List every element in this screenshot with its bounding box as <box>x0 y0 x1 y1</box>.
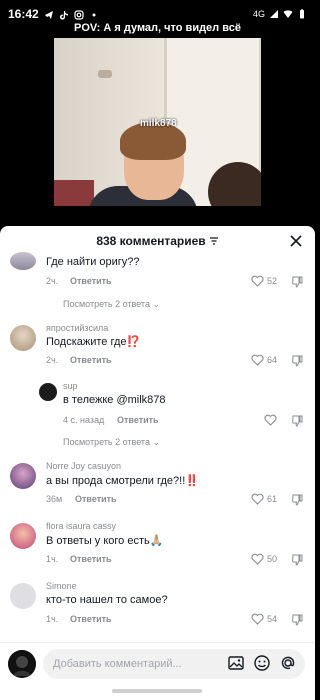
heart-icon <box>251 354 264 366</box>
dislike-icon[interactable] <box>291 354 305 368</box>
like-count: 54 <box>266 614 277 624</box>
signal-icon <box>269 9 279 19</box>
comment-text: в тележке @milk878 <box>63 394 166 406</box>
like-count: 64 <box>266 355 277 365</box>
like-count: 52 <box>266 276 277 286</box>
wifi-icon <box>283 9 293 19</box>
comment-username[interactable]: Simone <box>46 581 77 591</box>
video-player[interactable]: milk878 <box>54 38 261 206</box>
like-count: 61 <box>266 494 277 504</box>
avatar[interactable] <box>10 583 36 609</box>
telegram-icon <box>44 9 54 19</box>
like-button[interactable]: 61 <box>251 493 277 505</box>
like-button[interactable]: 50 <box>251 553 277 565</box>
comments-count: 838 комментариев <box>96 234 206 248</box>
comment-input-placeholder: Добавить комментарий... <box>53 658 182 670</box>
heart-icon <box>264 414 277 426</box>
dislike-icon[interactable] <box>291 493 305 507</box>
like-count: 50 <box>266 554 277 564</box>
status-time: 16:42 <box>8 7 39 21</box>
comment-username[interactable]: Norre Joy casuyon <box>46 461 121 471</box>
view-replies-button[interactable]: Посмотреть 2 ответа ⌄ <box>63 299 160 310</box>
comment-text: кто-то нашел то самое? <box>46 594 168 606</box>
tiktok-icon <box>59 9 69 20</box>
dislike-icon[interactable] <box>291 275 305 289</box>
comment-time: 4 с. назад <box>63 415 105 425</box>
comment-time: 1ч. <box>46 554 59 564</box>
heart-icon <box>251 553 264 565</box>
comments-header: 838 комментариев <box>0 226 315 256</box>
filter-icon[interactable] <box>209 234 219 248</box>
comment-username[interactable]: flora isaura cassy <box>46 521 116 531</box>
reply-button[interactable]: Ответить <box>70 614 112 624</box>
heart-icon <box>251 275 264 287</box>
comment-username[interactable]: sup <box>63 381 78 391</box>
heart-icon <box>251 493 264 505</box>
reply-button[interactable]: Ответить <box>75 494 117 504</box>
video-chair <box>54 180 94 206</box>
battery-icon <box>297 9 307 19</box>
reply-button[interactable]: Ответить <box>70 355 112 365</box>
comment-text: В ответы у кого есть🙏🏼 <box>46 535 164 547</box>
chevron-down-icon: ⌄ <box>152 437 161 447</box>
like-button[interactable] <box>264 414 277 426</box>
video-watermark: milk878 <box>140 118 177 129</box>
comment-time: 2ч. <box>46 355 59 365</box>
emoji-icon[interactable] <box>253 654 271 672</box>
video-title: POV: А я думал, что видел всё <box>74 22 241 34</box>
reply-button[interactable]: Ответить <box>70 554 112 564</box>
mention-icon[interactable] <box>279 654 297 672</box>
comment-text: а вы прода смотрели где?!!‼️ <box>46 475 199 487</box>
my-avatar[interactable] <box>8 650 36 678</box>
heart-icon <box>251 613 264 625</box>
like-button[interactable]: 54 <box>251 613 277 625</box>
comment-time: 1ч. <box>46 614 59 624</box>
chevron-down-icon: ⌄ <box>152 299 161 309</box>
gesture-bar[interactable] <box>112 689 202 693</box>
like-button[interactable]: 64 <box>251 354 277 366</box>
avatar[interactable] <box>10 252 36 270</box>
comment-text: Подскажите где⁉️ <box>46 336 141 348</box>
avatar[interactable] <box>10 325 36 351</box>
dislike-icon[interactable] <box>291 613 305 627</box>
comment-input-bar: Добавить комментарий... <box>0 642 315 686</box>
comment-time: 2ч. <box>46 276 59 286</box>
comment-username[interactable]: япростийзсила <box>46 323 108 333</box>
like-button[interactable]: 52 <box>251 275 277 287</box>
avatar[interactable] <box>10 523 36 549</box>
dislike-icon[interactable] <box>291 553 305 567</box>
video-switch <box>98 70 112 78</box>
view-replies-button[interactable]: Посмотреть 2 ответа ⌄ <box>63 437 160 448</box>
network-type: 4G <box>252 9 265 19</box>
comment-time: 36м <box>46 494 63 504</box>
comment-text: Где найти оригу?? <box>46 256 140 268</box>
avatar[interactable] <box>10 463 36 489</box>
reply-button[interactable]: Ответить <box>70 276 112 286</box>
instagram-icon <box>74 9 84 20</box>
dot-icon <box>89 9 99 19</box>
comment-input[interactable]: Добавить комментарий... <box>43 649 305 679</box>
reply-button[interactable]: Ответить <box>117 415 159 425</box>
dislike-icon[interactable] <box>291 414 305 428</box>
image-icon[interactable] <box>227 654 245 672</box>
avatar[interactable] <box>39 383 57 401</box>
comments-sheet: 838 комментариев Где найти оригу?? 2ч. О… <box>0 226 315 700</box>
close-button[interactable] <box>287 232 305 250</box>
